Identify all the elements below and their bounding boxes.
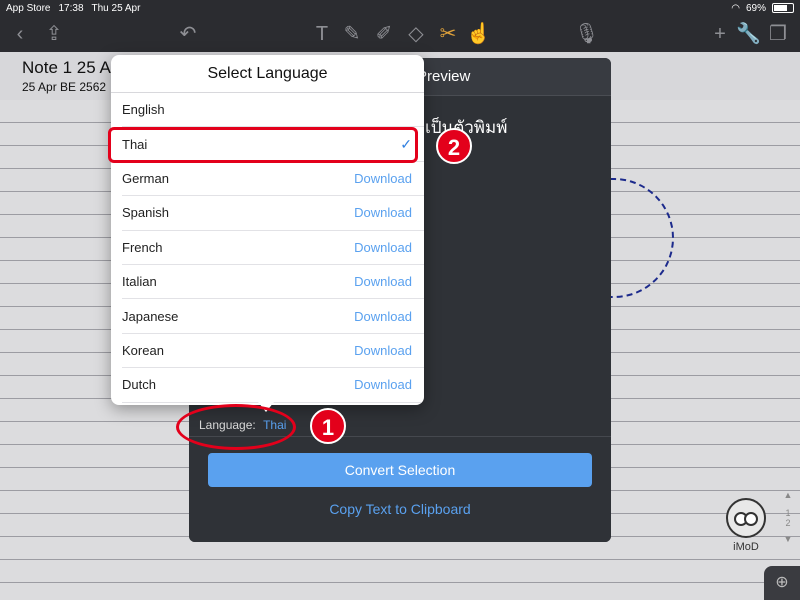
preview-footer: Convert Selection Copy Text to Clipboard — [189, 436, 611, 542]
share-icon[interactable]: ⇪ — [42, 22, 66, 46]
back-to-app-link[interactable]: App Store — [6, 3, 50, 14]
text-tool-icon[interactable]: T — [310, 22, 334, 46]
language-name: English — [122, 102, 165, 118]
wrench-icon[interactable]: 🔧 — [736, 22, 761, 46]
page-total: 2 — [785, 518, 791, 528]
undo-icon[interactable]: ↶ — [176, 22, 200, 46]
language-item-japanese[interactable]: Japanese Download — [122, 299, 424, 334]
annotation-badge-1: 1 — [310, 408, 346, 444]
language-name: Spanish — [122, 205, 169, 221]
toolbar: ‹ ⇪ ↶ T ✎ ✐ ◇ ✂ ☝ 🎙 + 🔧 ❐ — [0, 16, 800, 52]
battery-percent: 69% — [745, 2, 766, 14]
download-button[interactable]: Download — [354, 205, 412, 220]
download-button[interactable]: Download — [354, 240, 412, 255]
download-button[interactable]: Download — [354, 171, 412, 186]
language-item-spanish[interactable]: Spanish Download — [122, 196, 424, 231]
watermark-text: iMoD — [733, 541, 759, 553]
microphone-icon[interactable]: 🎙 — [574, 22, 599, 46]
highlight-ellipse-language — [176, 404, 296, 450]
status-date: Thu 25 Apr — [91, 2, 141, 14]
pen-tool-icon[interactable]: ✎ — [340, 22, 364, 46]
wifi-icon: ◠ — [731, 2, 740, 14]
page-down-icon[interactable]: ▼ — [778, 534, 798, 544]
add-icon[interactable]: + — [708, 22, 732, 46]
page-up-icon[interactable]: ▲ — [778, 490, 798, 500]
language-name: Japanese — [122, 308, 179, 324]
download-button[interactable]: Download — [354, 274, 412, 289]
battery-icon — [772, 3, 794, 13]
pages-icon[interactable]: ❐ — [766, 22, 790, 46]
select-language-popover: Select Language English Thai ✓ German Downlo… — [111, 55, 424, 405]
zoom-icon[interactable]: ⊕ — [764, 566, 800, 600]
note-date: 25 Apr BE 2562 — [22, 80, 107, 94]
preview-title: Preview — [417, 68, 471, 85]
eraser-tool-icon[interactable]: ◇ — [404, 22, 428, 46]
popover-title: Select Language — [111, 55, 424, 93]
status-time: 17:38 — [58, 2, 84, 14]
language-item-italian[interactable]: Italian Download — [122, 265, 424, 300]
language-name: Dutch — [122, 377, 156, 393]
language-item-german[interactable]: German Download — [122, 162, 424, 197]
note-title: Note 1 25 A — [22, 58, 111, 77]
highlight-box-thai — [108, 127, 418, 163]
language-item-english[interactable]: English — [122, 93, 424, 128]
convert-selection-button[interactable]: Convert Selection — [208, 453, 592, 487]
copy-to-clipboard-link[interactable]: Copy Text to Clipboard — [189, 501, 611, 517]
download-button[interactable]: Download — [354, 343, 412, 358]
page-indicator[interactable]: ▲ 1 2 ▼ — [778, 490, 798, 550]
download-button[interactable]: Download — [354, 377, 412, 392]
page-current: 1 — [785, 508, 791, 518]
language-name: Korean — [122, 342, 164, 358]
language-item-french[interactable]: French Download — [122, 231, 424, 265]
highlighter-tool-icon[interactable]: ✐ — [372, 22, 396, 46]
download-button[interactable]: Download — [354, 309, 412, 324]
annotation-badge-2: 2 — [436, 128, 472, 164]
status-bar: App Store 17:38 Thu 25 Apr ◠ 69% — [0, 0, 800, 16]
language-name: Italian — [122, 274, 157, 290]
imod-logo: iMoD — [722, 498, 770, 564]
lasso-tool-icon[interactable]: ✂ — [436, 22, 460, 46]
shape-tool-icon[interactable]: ☝ — [466, 22, 491, 46]
back-icon[interactable]: ‹ — [8, 22, 32, 46]
language-name: French — [122, 239, 163, 255]
language-item-dutch[interactable]: Dutch Download — [122, 368, 424, 403]
logo-face-icon — [726, 498, 766, 538]
language-item-korean[interactable]: Korean Download — [122, 334, 424, 369]
language-name: German — [122, 170, 169, 186]
